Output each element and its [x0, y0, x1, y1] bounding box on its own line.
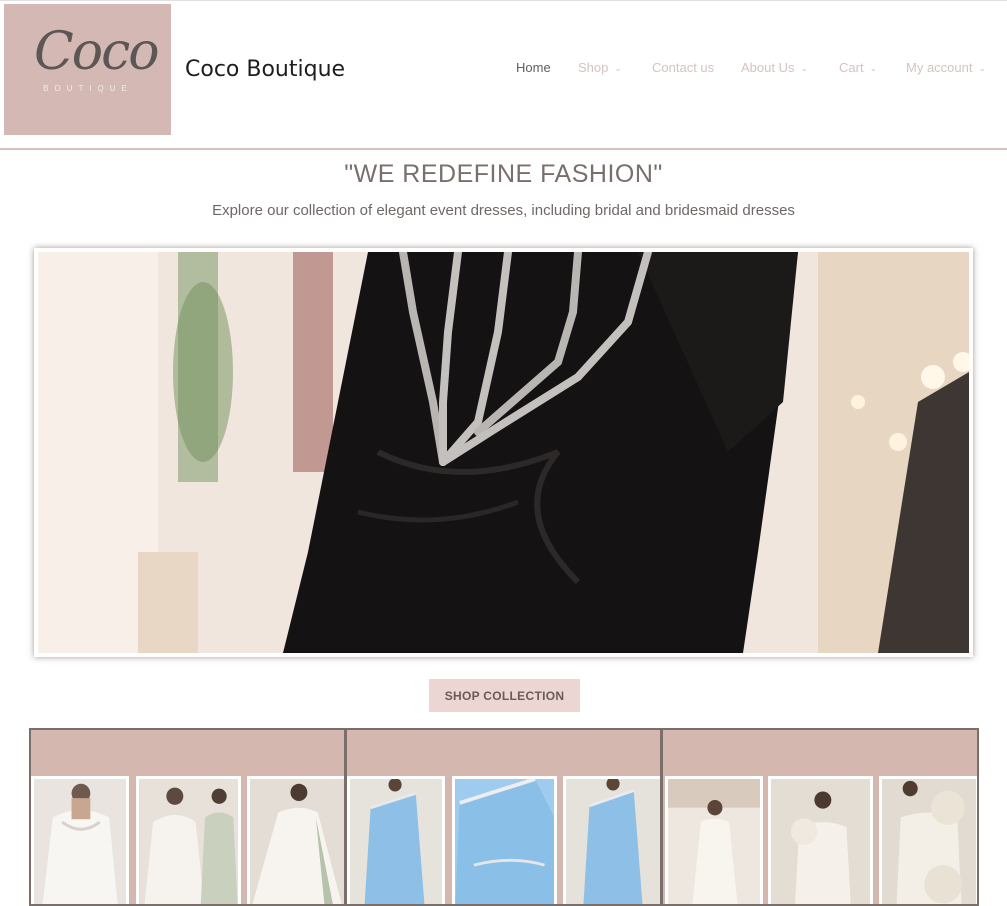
- shop-collection-button[interactable]: SHOP COLLECTION: [429, 679, 580, 712]
- dress-thumbnail[interactable]: [247, 776, 344, 904]
- nav-label: Contact us: [652, 60, 715, 75]
- ivory-gown-rosette-image: [882, 779, 976, 904]
- white-gown-with-overskirt-image: [250, 779, 344, 904]
- dress-thumbnail[interactable]: [136, 776, 241, 904]
- site-title[interactable]: Coco Boutique: [185, 57, 345, 82]
- ivory-gown-in-hall-image: [668, 779, 760, 904]
- nav-label: Shop: [578, 60, 609, 75]
- nav-label: Cart: [839, 60, 864, 75]
- blue-one-shoulder-dress-alt-image: [566, 779, 660, 904]
- dress-thumbnail[interactable]: [665, 776, 763, 904]
- blue-one-shoulder-dress-closeup-image: [455, 779, 554, 904]
- white-gown-with-sage-dress-image: [139, 779, 238, 904]
- hero-frame: [34, 248, 973, 657]
- collection-panel-light-blue[interactable]: [345, 728, 662, 906]
- collection-panels: [29, 728, 979, 906]
- page-subheadline: Explore our collection of elegant event …: [212, 202, 795, 219]
- hero-illustration: [38, 252, 969, 653]
- hero-image: [38, 252, 969, 653]
- nav-item-contact[interactable]: Contact us: [652, 60, 714, 75]
- dress-thumbnail[interactable]: [452, 776, 557, 904]
- ivory-gown-ruffle-shoulder-image: [771, 779, 870, 904]
- nav-item-cart[interactable]: Cart ⌄: [839, 60, 877, 75]
- logo-subtitle: BOUTIQUE: [43, 84, 133, 93]
- nav-item-shop[interactable]: Shop ⌄: [578, 60, 622, 75]
- page-headline: "WE REDEFINE FASHION": [344, 160, 663, 188]
- white-lace-gown-image: [34, 779, 126, 904]
- collection-panel-ivory-floral[interactable]: [661, 728, 979, 906]
- nav-item-home[interactable]: Home: [516, 60, 551, 75]
- nav-item-my-account[interactable]: My account ⌄: [906, 60, 986, 75]
- dress-thumbnail[interactable]: [879, 776, 977, 904]
- dress-thumbnail[interactable]: [768, 776, 873, 904]
- nav-label: My account: [906, 60, 973, 75]
- chevron-down-icon: ⌄: [869, 63, 878, 73]
- dress-thumbnail[interactable]: [563, 776, 660, 904]
- dress-thumbnail[interactable]: [347, 776, 445, 904]
- header-divider: [0, 148, 1007, 150]
- chevron-down-icon: ⌄: [978, 63, 987, 73]
- chevron-down-icon: ⌄: [800, 63, 809, 73]
- blue-one-shoulder-dress-front-image: [350, 779, 442, 904]
- nav-item-about[interactable]: About Us ⌄: [741, 60, 808, 75]
- brand-logo[interactable]: Coco BOUTIQUE: [4, 4, 171, 135]
- nav-label: About Us: [741, 60, 795, 75]
- logo-script-text: Coco: [34, 22, 160, 82]
- site-header: Coco BOUTIQUE Coco Boutique Home Shop ⌄ C…: [0, 0, 1007, 150]
- nav-label: Home: [516, 60, 551, 75]
- dress-thumbnail[interactable]: [31, 776, 129, 904]
- collection-panel-white-bridal[interactable]: [29, 728, 346, 906]
- chevron-down-icon: ⌄: [614, 63, 622, 73]
